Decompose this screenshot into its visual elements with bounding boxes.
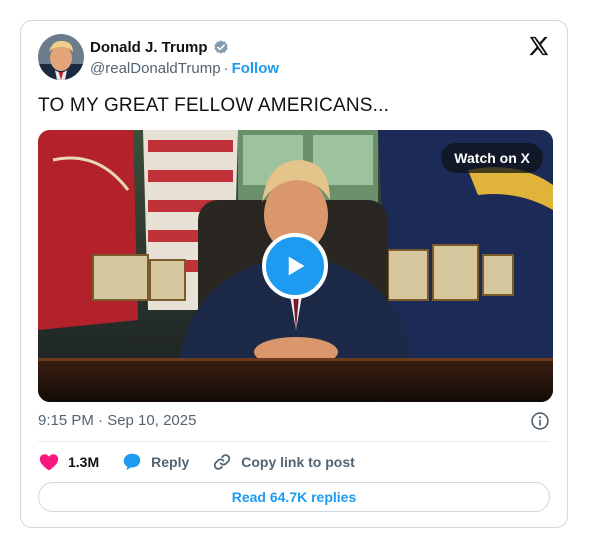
tweet-text: TO MY GREAT FELLOW AMERICANS... [38, 95, 390, 116]
like-button[interactable]: 1.3M [38, 451, 99, 473]
follow-button[interactable]: Follow [232, 60, 280, 77]
video-media[interactable]: Watch on X [38, 130, 553, 402]
read-replies-button[interactable]: Read 64.7K replies [38, 482, 550, 512]
divider [38, 441, 550, 442]
author-handle[interactable]: @realDonaldTrump [90, 60, 221, 77]
x-logo-icon[interactable] [528, 35, 550, 57]
reply-bubble-icon [123, 453, 141, 471]
author-name[interactable]: Donald J. Trump [90, 39, 208, 56]
watch-on-x-button[interactable]: Watch on X [441, 143, 543, 173]
author-name-row: Donald J. Trump [90, 38, 230, 56]
link-icon [214, 454, 231, 470]
play-button[interactable] [262, 233, 328, 299]
copy-link-button[interactable]: Copy link to post [211, 451, 355, 473]
play-icon [288, 256, 305, 276]
separator-dot: · [223, 60, 229, 77]
tweet-timestamp[interactable]: 9:15 PM · Sep 10, 2025 [38, 412, 196, 429]
action-bar: 1.3M Reply Copy link to post [38, 451, 377, 473]
copy-link-label: Copy link to post [241, 454, 355, 470]
like-count: 1.3M [68, 454, 100, 470]
author-handle-row: @realDonaldTrump · Follow [90, 60, 279, 77]
avatar[interactable] [38, 34, 84, 80]
tweet-card: Donald J. Trump @realDonaldTrump · Follow … [20, 20, 568, 528]
reply-button[interactable]: Reply [121, 451, 189, 473]
heart-icon [39, 454, 59, 471]
verified-badge-icon [212, 38, 230, 56]
info-icon[interactable] [530, 411, 550, 431]
reply-label: Reply [151, 454, 190, 470]
